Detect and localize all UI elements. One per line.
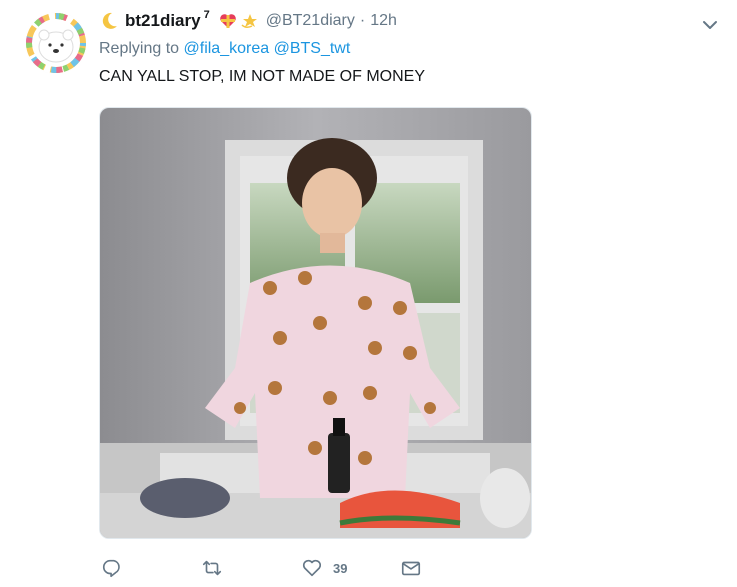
mention-bts-twt[interactable]: @BTS_twt	[274, 40, 351, 57]
user-handle[interactable]: @BT21diary	[266, 12, 355, 30]
envelope-icon	[401, 561, 421, 576]
like-button[interactable]: 39	[301, 556, 347, 580]
tweet-text: CAN YALL STOP, IM NOT MADE OF MONEY	[99, 68, 425, 85]
heart-ribbon-icon	[219, 14, 236, 28]
tweet-content: bt21diary 7 @BT21diary · 12h Replying to…	[99, 8, 719, 90]
photo-image	[100, 108, 531, 538]
tweet-time[interactable]: 12h	[370, 12, 397, 30]
retweet-icon	[202, 560, 222, 576]
avatar-image	[25, 12, 87, 74]
chevron-down-icon[interactable]	[701, 16, 719, 34]
replying-prefix: Replying to	[99, 40, 180, 57]
tweet-photo[interactable]	[99, 107, 532, 539]
reply-button[interactable]	[101, 556, 123, 580]
name-superscript: 7	[203, 9, 210, 21]
avatar[interactable]	[25, 12, 87, 74]
dizzy-star-icon	[241, 14, 257, 29]
display-name[interactable]: bt21diary	[125, 11, 201, 31]
crescent-moon-icon	[102, 12, 117, 29]
direct-message-button[interactable]	[400, 556, 422, 580]
heart-icon	[302, 559, 322, 577]
reply-icon	[102, 559, 120, 578]
tweet-header: bt21diary 7 @BT21diary · 12h	[99, 8, 719, 34]
tweet[interactable]: bt21diary 7 @BT21diary · 12h Replying to…	[0, 0, 737, 587]
tweet-actions: 39	[99, 556, 499, 582]
separator-dot: ·	[359, 12, 366, 29]
like-count: 39	[333, 560, 348, 576]
retweet-button[interactable]	[201, 556, 223, 580]
replying-to: Replying to @fila_korea @BTS_twt	[99, 40, 719, 62]
mention-fila-korea[interactable]: @fila_korea	[184, 40, 270, 57]
